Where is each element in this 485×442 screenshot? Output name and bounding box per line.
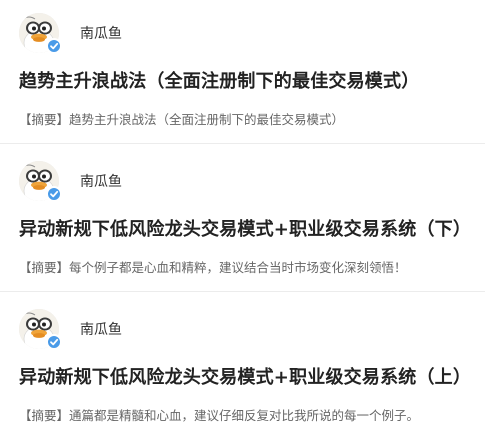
summary-text: 每个例子都是心血和精粹，建议结合当时市场变化深刻领悟！ xyxy=(69,260,407,275)
article-card[interactable]: 南瓜鱼 异动新规下低风险龙头交易模式+职业级交易系统（上） 【摘要】通篇都是精髓… xyxy=(0,296,485,442)
article-feed: 南瓜鱼 趋势主升浪战法（全面注册制下的最佳交易模式） 【摘要】趋势主升浪战法（全… xyxy=(0,0,485,442)
article-summary: 【摘要】通篇都是精髓和心血，建议仔细反复对比我所说的每一个例子。 xyxy=(19,407,419,425)
author-avatar[interactable] xyxy=(19,13,63,57)
summary-text: 通篇都是精髓和心血，建议仔细反复对比我所说的每一个例子。 xyxy=(69,408,420,423)
article-title[interactable]: 趋势主升浪战法（全面注册制下的最佳交易模式） xyxy=(19,69,419,95)
article-summary: 【摘要】趋势主升浪战法（全面注册制下的最佳交易模式） xyxy=(19,111,344,129)
summary-label: 【摘要】 xyxy=(19,112,70,127)
divider xyxy=(0,143,485,144)
verified-check-badge-icon xyxy=(46,38,62,54)
article-title[interactable]: 异动新规下低风险龙头交易模式+职业级交易系统（下） xyxy=(19,217,471,243)
author-avatar[interactable] xyxy=(19,309,63,353)
article-summary: 【摘要】每个例子都是心血和精粹，建议结合当时市场变化深刻领悟！ xyxy=(19,259,407,277)
author-avatar[interactable] xyxy=(19,161,63,205)
divider xyxy=(0,291,485,292)
article-card[interactable]: 南瓜鱼 趋势主升浪战法（全面注册制下的最佳交易模式） 【摘要】趋势主升浪战法（全… xyxy=(0,0,485,148)
author-name[interactable]: 南瓜鱼 xyxy=(80,25,122,43)
verified-check-badge-icon xyxy=(46,334,62,350)
author-name[interactable]: 南瓜鱼 xyxy=(80,173,122,191)
author-name[interactable]: 南瓜鱼 xyxy=(80,321,122,339)
summary-label: 【摘要】 xyxy=(19,260,70,275)
article-title[interactable]: 异动新规下低风险龙头交易模式+职业级交易系统（上） xyxy=(19,365,471,391)
verified-check-badge-icon xyxy=(46,186,62,202)
article-card[interactable]: 南瓜鱼 异动新规下低风险龙头交易模式+职业级交易系统（下） 【摘要】每个例子都是… xyxy=(0,148,485,296)
summary-text: 趋势主升浪战法（全面注册制下的最佳交易模式） xyxy=(69,112,345,127)
summary-label: 【摘要】 xyxy=(19,408,70,423)
